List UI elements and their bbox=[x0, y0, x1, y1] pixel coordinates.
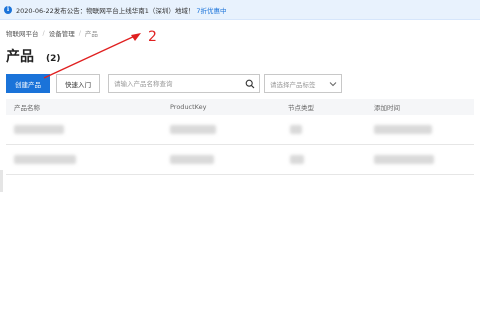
column-header-product-name: 产品名称 bbox=[14, 104, 40, 112]
cell-node-type bbox=[280, 155, 366, 164]
breadcrumb-separator: / bbox=[78, 29, 81, 37]
left-edge-tab bbox=[0, 170, 3, 192]
page-title-text: 产品 bbox=[6, 49, 34, 65]
quickstart-button[interactable]: 快速入门 bbox=[56, 74, 100, 93]
cell-product-name[interactable] bbox=[6, 155, 162, 164]
cell-product-name[interactable] bbox=[6, 125, 162, 134]
cell-added-time bbox=[366, 125, 474, 134]
create-product-button[interactable]: 创建产品 bbox=[6, 74, 50, 93]
product-tag-select[interactable]: 请选择产品标签 bbox=[264, 74, 342, 93]
search-icon[interactable] bbox=[245, 79, 255, 89]
annotation-number: 2 bbox=[148, 29, 157, 45]
info-icon: i bbox=[4, 5, 12, 14]
search-input[interactable] bbox=[109, 75, 246, 92]
table-header: 产品名称 ProductKey 节点类型 添加时间 bbox=[6, 99, 474, 115]
breadcrumb-item-products: 产品 bbox=[84, 30, 98, 38]
breadcrumb: 物联网平台 / 设备管理 / 产品 bbox=[6, 28, 98, 38]
column-header-product-key: ProductKey bbox=[170, 103, 207, 111]
cell-node-type bbox=[280, 125, 366, 134]
search-box bbox=[108, 74, 260, 93]
notice-text: 2020-06-22发布公告：物联网平台上线华南1（深圳）地域！ bbox=[16, 6, 195, 15]
page-title: 产品 (2) bbox=[6, 46, 61, 66]
cell-product-key bbox=[162, 125, 280, 134]
notice-discount-link[interactable]: 7折优惠中 bbox=[196, 5, 226, 15]
cell-added-time bbox=[366, 155, 474, 164]
chevron-down-icon bbox=[329, 82, 337, 87]
table-row[interactable] bbox=[6, 145, 474, 175]
breadcrumb-item-device-management[interactable]: 设备管理 bbox=[49, 28, 75, 38]
product-table: 产品名称 ProductKey 节点类型 添加时间 bbox=[6, 99, 474, 175]
breadcrumb-item-iot-platform[interactable]: 物联网平台 bbox=[6, 28, 39, 38]
column-header-node-type: 节点类型 bbox=[288, 104, 314, 112]
table-row[interactable] bbox=[6, 115, 474, 145]
notice-bar: i 2020-06-22发布公告：物联网平台上线华南1（深圳）地域！ 7折优惠中 bbox=[0, 0, 480, 20]
cell-product-key bbox=[162, 155, 280, 164]
breadcrumb-separator: / bbox=[42, 29, 45, 37]
product-count: (2) bbox=[46, 54, 61, 64]
product-tag-select-placeholder: 请选择产品标签 bbox=[270, 80, 316, 89]
column-header-added-time: 添加时间 bbox=[374, 104, 400, 112]
